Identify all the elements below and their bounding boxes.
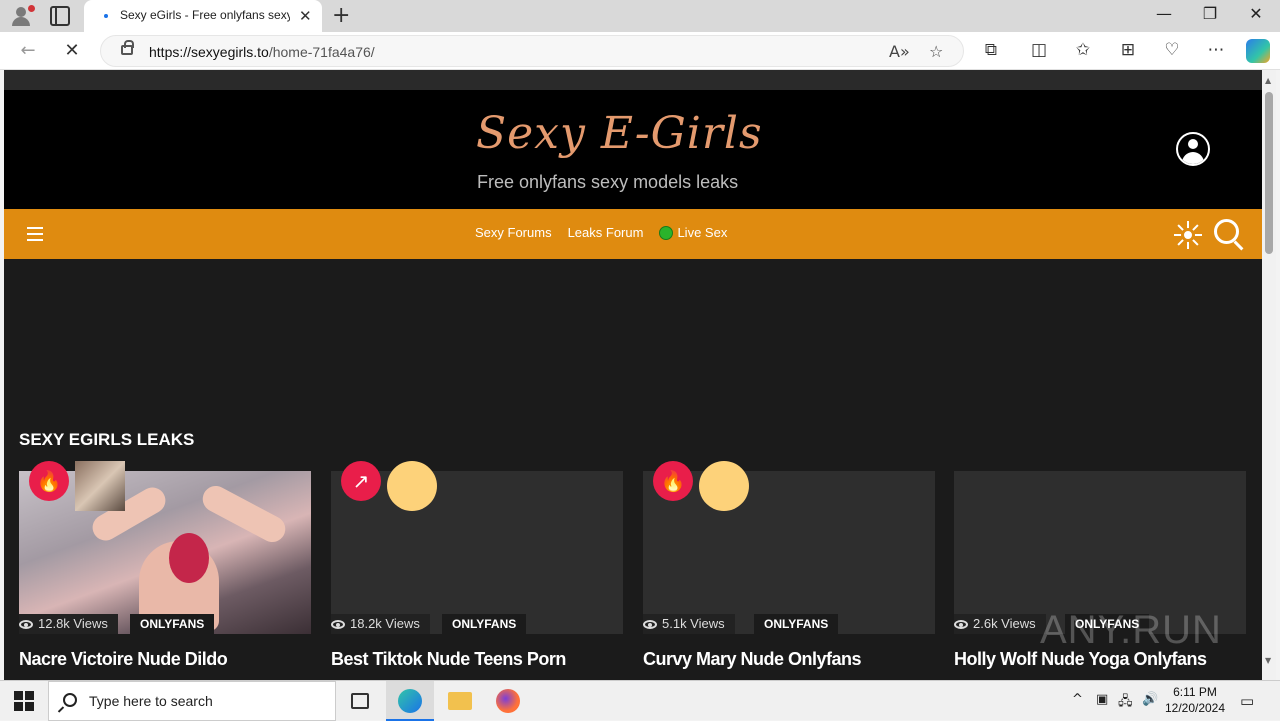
minimize-icon[interactable]: — — [1154, 4, 1174, 23]
tab-actions-icon[interactable] — [50, 6, 70, 26]
site-header: Sexy E-Girls Free onlyfans sexy models l… — [4, 90, 1262, 209]
eye-icon — [643, 620, 657, 629]
scroll-up-icon[interactable]: ▲ — [1265, 76, 1271, 85]
section-title: SEXY EGIRLS LEAKS — [19, 430, 195, 449]
author-avatar[interactable] — [75, 461, 125, 511]
post-title[interactable]: Best Tiktok Nude Teens Porn — [331, 648, 623, 670]
hot-fire-icon: 🔥 — [29, 461, 69, 501]
menu-icon[interactable] — [27, 227, 43, 241]
category-tag[interactable]: ONLYFANS — [754, 614, 839, 634]
theme-toggle-sun-icon[interactable] — [1174, 221, 1202, 249]
author-avatar[interactable] — [699, 461, 749, 511]
scroll-thumb[interactable] — [1265, 92, 1273, 254]
main-nav-bar: Sexy Forums Leaks Forum Live Sex — [4, 209, 1262, 259]
post-card[interactable]: 🔥 12.8k Views ONLYFANS Nacre Victoire Nu… — [19, 461, 311, 680]
user-account-icon[interactable] — [1176, 132, 1210, 166]
anyrun-watermark: ANY.RUN — [1040, 608, 1222, 652]
scroll-down-icon[interactable]: ▼ — [1265, 656, 1271, 665]
view-count: 5.1k Views — [643, 614, 735, 634]
back-icon[interactable]: ← — [16, 40, 40, 61]
category-tag[interactable]: ONLYFANS — [130, 614, 215, 634]
live-status-icon — [659, 226, 674, 240]
taskbar-search-placeholder: Type here to search — [89, 693, 213, 709]
nav-live-sex[interactable]: Live Sex — [659, 225, 727, 240]
show-hidden-icons-icon[interactable]: ^ — [1072, 692, 1083, 707]
new-tab-icon[interactable]: + — [332, 3, 350, 28]
copilot-icon[interactable] — [1246, 39, 1270, 63]
browser-tab-bar: Sexy eGirls - Free onlyfans sexy m ✕ + —… — [0, 0, 1280, 32]
view-count: 2.6k Views — [954, 614, 1046, 634]
site-logo[interactable]: Sexy E-Girls — [476, 108, 763, 159]
post-card[interactable]: ↗ 18.2k Views ONLYFANS Best Tiktok Nude … — [331, 461, 623, 680]
collections-icon[interactable]: ⊞ — [1117, 40, 1139, 60]
extensions-icon[interactable]: ⧉ — [980, 40, 1002, 60]
page-viewport: Sexy E-Girls Free onlyfans sexy models l… — [4, 70, 1262, 680]
network-icon[interactable]: 🖧 — [1118, 692, 1133, 714]
eye-icon — [954, 620, 968, 629]
view-count: 12.8k Views — [19, 614, 118, 634]
post-meta: 12.8k Views ONLYFANS — [19, 614, 311, 634]
post-meta: 18.2k Views ONLYFANS — [331, 614, 623, 634]
restore-icon[interactable]: ❐ — [1200, 4, 1220, 23]
hot-fire-icon: 🔥 — [653, 461, 693, 501]
file-explorer-icon[interactable] — [436, 681, 484, 721]
post-meta: 5.1k Views ONLYFANS — [643, 614, 935, 634]
eye-icon — [331, 620, 345, 629]
post-title[interactable]: Nacre Victoire Nude Dildo — [19, 648, 311, 670]
profile-icon[interactable] — [8, 4, 35, 28]
top-strip — [4, 70, 1262, 90]
trending-arrow-icon: ↗ — [341, 461, 381, 501]
view-count: 18.2k Views — [331, 614, 430, 634]
lock-icon[interactable] — [121, 40, 134, 55]
read-aloud-icon[interactable]: A» — [889, 42, 910, 61]
settings-menu-icon[interactable]: ⋯ — [1205, 40, 1227, 60]
category-tag[interactable]: ONLYFANS — [442, 614, 527, 634]
edge-taskbar-icon[interactable] — [386, 681, 434, 721]
task-view-icon[interactable] — [336, 681, 384, 721]
split-screen-icon[interactable]: ◫ — [1028, 40, 1050, 60]
author-avatar[interactable] — [387, 461, 437, 511]
windows-taskbar: Type here to search ^ ▣ 🖧 🔊 6:11 PM 12/2… — [0, 680, 1280, 721]
nav-links: Sexy Forums Leaks Forum Live Sex — [475, 225, 727, 240]
url-text: https://sexyegirls.to/home-71fa4a76/ — [149, 44, 375, 60]
firefox-taskbar-icon[interactable] — [484, 681, 532, 721]
stop-loading-icon[interactable]: ✕ — [60, 40, 84, 61]
browser-tab[interactable]: Sexy eGirls - Free onlyfans sexy m ✕ — [84, 0, 322, 32]
page-scrollbar[interactable]: ▲ ▼ — [1262, 70, 1276, 680]
eye-icon — [19, 620, 33, 629]
loading-favicon-icon — [104, 14, 108, 18]
tab-close-icon[interactable]: ✕ — [299, 7, 312, 25]
clock-time: 6:11 PM — [1173, 685, 1217, 699]
notifications-icon[interactable]: ▭ — [1240, 692, 1254, 710]
volume-icon[interactable]: 🔊 — [1142, 692, 1158, 707]
nav-sexy-forums[interactable]: Sexy Forums — [475, 225, 552, 240]
favorites-icon[interactable]: ✩ — [1072, 40, 1094, 60]
browser-essentials-icon[interactable]: ♡ — [1161, 40, 1183, 60]
window-close-icon[interactable]: ✕ — [1246, 4, 1266, 23]
taskbar-search-input[interactable]: Type here to search — [48, 681, 336, 721]
site-search-icon[interactable] — [1214, 219, 1246, 251]
favorite-star-icon[interactable]: ☆ — [929, 42, 943, 61]
device-icon[interactable]: ▣ — [1096, 692, 1108, 707]
url-field[interactable]: https://sexyegirls.to/home-71fa4a76/ A» … — [100, 35, 964, 67]
tab-title: Sexy eGirls - Free onlyfans sexy m — [120, 8, 290, 22]
search-icon — [63, 693, 77, 707]
taskbar-clock[interactable]: 6:11 PM 12/20/2024 — [1160, 684, 1230, 716]
nav-leaks-forum[interactable]: Leaks Forum — [568, 225, 644, 240]
windows-start-icon[interactable] — [14, 691, 34, 711]
site-tagline: Free onlyfans sexy models leaks — [477, 172, 739, 192]
clock-date: 12/20/2024 — [1164, 701, 1226, 715]
post-title[interactable]: Curvy Mary Nude Onlyfans — [643, 648, 935, 670]
post-card[interactable]: 🔥 5.1k Views ONLYFANS Curvy Mary Nude On… — [643, 461, 935, 680]
